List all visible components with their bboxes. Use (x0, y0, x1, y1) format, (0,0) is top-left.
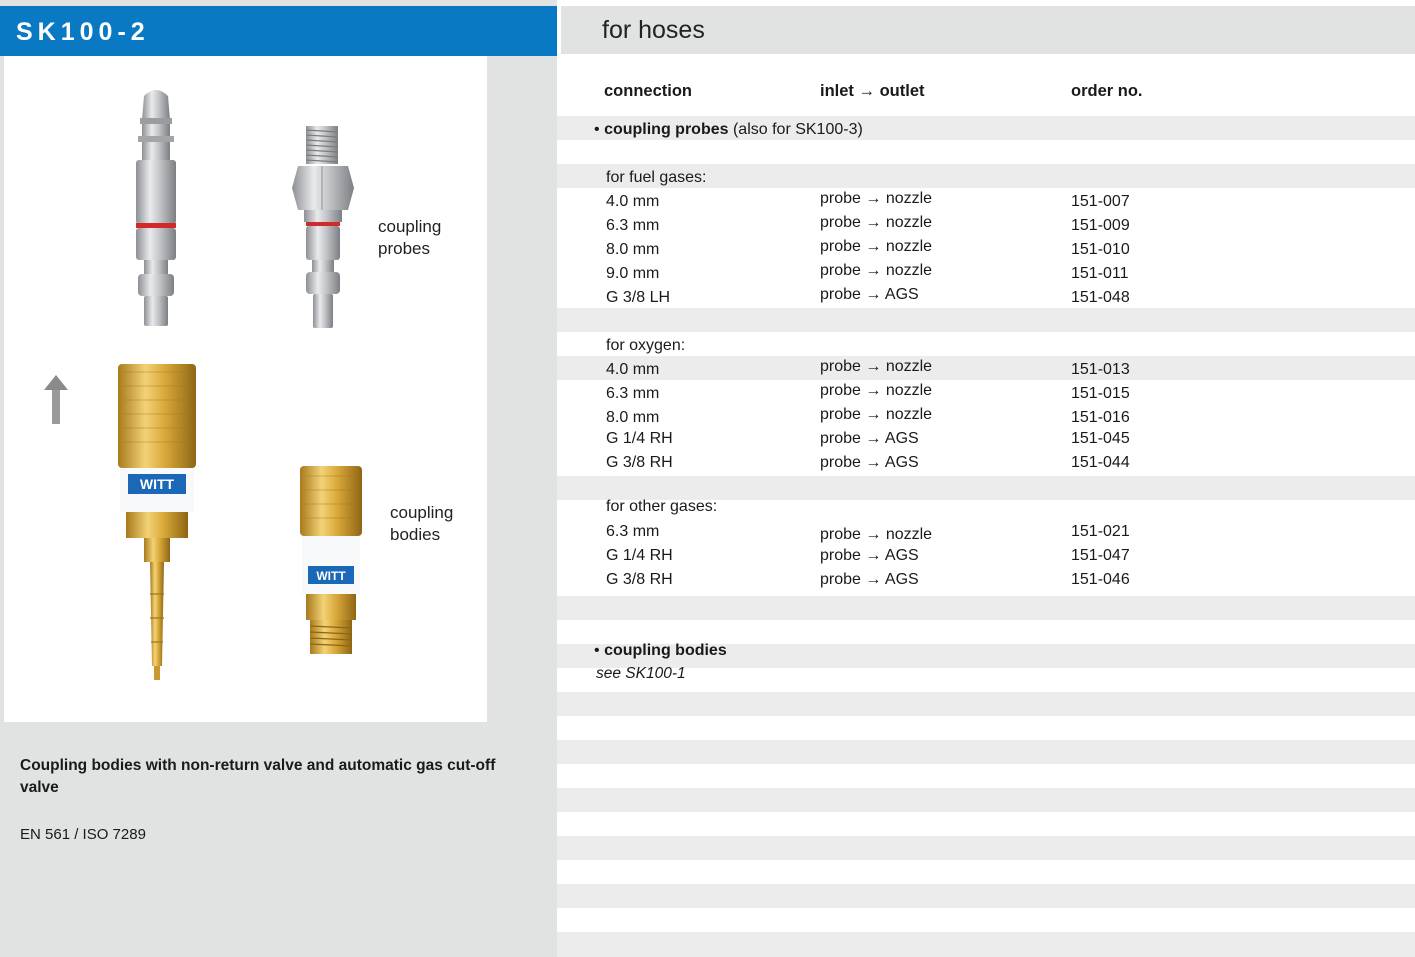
category-fuel-gases: for fuel gases: (606, 169, 707, 186)
product-description: Coupling bodies with non-return valve an… (20, 757, 496, 796)
column-header-inlet-outlet: inlet → outlet (820, 82, 925, 100)
product-standard: EN 561 / ISO 7289 (20, 826, 146, 843)
coupling-probe-thread-image (292, 126, 354, 328)
cell-flow: probe → nozzle (820, 526, 933, 543)
row-stripe (557, 788, 1415, 812)
cell-flow: probe → nozzle (820, 382, 933, 399)
cell-flow: probe → AGS (820, 571, 919, 588)
row-stripe (557, 692, 1415, 716)
cell-order-no: 151-013 (1071, 361, 1130, 378)
cell-connection: G 1/4 RH (606, 430, 673, 447)
category-other-gases: for other gases: (606, 498, 718, 515)
cell-flow: probe → nozzle (820, 406, 933, 423)
cell-connection: 4.0 mm (606, 361, 660, 378)
coupling-body-thread-image: WITT (300, 466, 362, 654)
red-ring-icon (136, 223, 176, 228)
cell-order-no: 151-016 (1071, 409, 1130, 426)
cell-flow: probe → AGS (820, 430, 919, 447)
see-reference-link: see SK100-1 (596, 665, 686, 682)
cell-connection: G 3/8 LH (606, 289, 671, 306)
cell-order-no: 151-011 (1071, 265, 1129, 282)
cell-order-no: 151-010 (1071, 241, 1130, 258)
row-stripe (557, 836, 1415, 860)
cell-connection: 6.3 mm (606, 385, 660, 402)
cell-order-no: 151-015 (1071, 385, 1130, 402)
row-stripe (557, 596, 1415, 620)
cell-connection: 8.0 mm (606, 241, 660, 258)
coupling-bodies-label: coupling bodies (390, 503, 454, 544)
cell-connection: 8.0 mm (606, 409, 660, 426)
cell-order-no: 151-045 (1071, 430, 1130, 447)
row-stripe (557, 476, 1415, 500)
cell-flow: probe → AGS (820, 547, 919, 564)
red-ring-icon (306, 222, 340, 226)
column-header-connection: connection (604, 82, 693, 100)
cell-order-no: 151-047 (1071, 547, 1130, 564)
cell-order-no: 151-007 (1071, 193, 1130, 210)
row-stripe (557, 884, 1415, 908)
product-image-area: WITT WITT coupling probes coupling bodie… (4, 56, 487, 722)
arrow-up-icon (44, 375, 68, 424)
cell-order-no: 151-048 (1071, 289, 1130, 306)
category-oxygen: for oxygen: (606, 337, 686, 354)
group-title-coupling-probes: • coupling probes (also for SK100-3) (594, 121, 863, 138)
cell-flow: probe → nozzle (820, 262, 933, 279)
product-info-panel: SK100-2 WITT WITT coupling probes coupli… (0, 0, 557, 957)
group-title-coupling-bodies: • coupling bodies (594, 642, 727, 659)
row-stripe (557, 740, 1415, 764)
product-header: SK100-2 (0, 6, 557, 56)
coupling-body-nozzle-image: WITT (118, 364, 196, 680)
row-stripe (557, 356, 1415, 380)
cell-order-no: 151-021 (1071, 523, 1130, 540)
cell-order-no: 151-009 (1071, 217, 1130, 234)
row-stripe (557, 308, 1415, 332)
coupling-probes-label: coupling probes (378, 217, 442, 258)
product-illustration: WITT WITT (44, 90, 362, 680)
cell-flow: probe → AGS (820, 454, 919, 471)
section-title: for hoses (602, 16, 705, 44)
cell-flow: probe → AGS (820, 286, 919, 303)
cell-connection: 6.3 mm (606, 217, 660, 234)
witt-logo: WITT (140, 476, 175, 492)
cell-order-no: 151-046 (1071, 571, 1130, 588)
cell-flow: probe → nozzle (820, 214, 933, 231)
cell-flow: probe → nozzle (820, 238, 933, 255)
section-header: for hoses (561, 6, 1415, 54)
cell-connection: 4.0 mm (606, 193, 660, 210)
cell-connection: 9.0 mm (606, 265, 660, 282)
row-stripe (557, 932, 1415, 957)
coupling-probe-nozzle-image (136, 90, 176, 326)
witt-logo: WITT (316, 569, 346, 583)
cell-flow: probe → nozzle (820, 358, 933, 375)
cell-connection: G 1/4 RH (606, 547, 673, 564)
cell-order-no: 151-044 (1071, 454, 1130, 471)
column-header-order-no: order no. (1071, 82, 1143, 100)
product-code: SK100-2 (16, 18, 150, 46)
ordering-table-panel: for hoses connection inlet → outlet orde… (557, 0, 1415, 957)
cell-connection: G 3/8 RH (606, 571, 673, 588)
cell-flow: probe → nozzle (820, 190, 933, 207)
cell-connection: G 3/8 RH (606, 454, 673, 471)
cell-connection: 6.3 mm (606, 523, 660, 540)
